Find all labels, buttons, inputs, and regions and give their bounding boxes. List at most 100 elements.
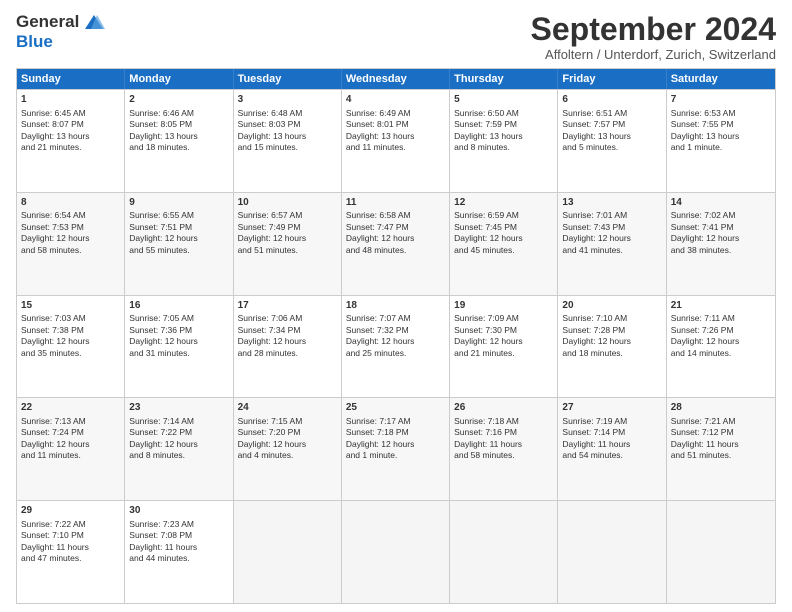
calendar-cell: 4Sunrise: 6:49 AMSunset: 8:01 PMDaylight…: [342, 90, 450, 192]
day-info-line: Sunrise: 6:59 AM: [454, 210, 553, 221]
day-info-line: Sunrise: 6:48 AM: [238, 108, 337, 119]
calendar-cell: 20Sunrise: 7:10 AMSunset: 7:28 PMDayligh…: [558, 296, 666, 398]
day-info-line: Sunrise: 7:11 AM: [671, 313, 771, 324]
day-number: 17: [238, 299, 337, 313]
day-info-line: Sunrise: 7:19 AM: [562, 416, 661, 427]
calendar-cell: 9Sunrise: 6:55 AMSunset: 7:51 PMDaylight…: [125, 193, 233, 295]
day-info-line: Daylight: 12 hours: [671, 233, 771, 244]
day-info-line: Sunset: 7:36 PM: [129, 325, 228, 336]
day-info-line: Sunset: 7:38 PM: [21, 325, 120, 336]
day-number: 28: [671, 401, 771, 415]
calendar-cell: 10Sunrise: 6:57 AMSunset: 7:49 PMDayligh…: [234, 193, 342, 295]
day-number: 9: [129, 196, 228, 210]
calendar-cell: 23Sunrise: 7:14 AMSunset: 7:22 PMDayligh…: [125, 398, 233, 500]
day-info-line: and 5 minutes.: [562, 142, 661, 153]
day-number: 3: [238, 93, 337, 107]
day-info-line: Sunrise: 7:01 AM: [562, 210, 661, 221]
day-info-line: Sunrise: 6:51 AM: [562, 108, 661, 119]
calendar-row: 29Sunrise: 7:22 AMSunset: 7:10 PMDayligh…: [17, 500, 775, 603]
day-info-line: and 1 minute.: [346, 450, 445, 461]
day-info-line: Daylight: 12 hours: [562, 233, 661, 244]
day-info-line: and 18 minutes.: [562, 348, 661, 359]
calendar-body: 1Sunrise: 6:45 AMSunset: 8:07 PMDaylight…: [17, 89, 775, 603]
day-number: 22: [21, 401, 120, 415]
day-info-line: Sunset: 7:16 PM: [454, 427, 553, 438]
day-number: 2: [129, 93, 228, 107]
calendar-cell: 6Sunrise: 6:51 AMSunset: 7:57 PMDaylight…: [558, 90, 666, 192]
day-info-line: and 48 minutes.: [346, 245, 445, 256]
calendar-cell: 21Sunrise: 7:11 AMSunset: 7:26 PMDayligh…: [667, 296, 775, 398]
day-info-line: Daylight: 12 hours: [454, 233, 553, 244]
day-number: 29: [21, 504, 120, 518]
logo-icon: [83, 13, 105, 31]
day-info-line: Sunset: 7:49 PM: [238, 222, 337, 233]
day-info-line: Sunset: 7:55 PM: [671, 119, 771, 130]
day-info-line: Daylight: 12 hours: [346, 336, 445, 347]
day-info-line: Sunset: 8:07 PM: [21, 119, 120, 130]
header: General Blue September 2024 Affoltern / …: [16, 12, 776, 62]
page: General Blue September 2024 Affoltern / …: [0, 0, 792, 612]
day-info-line: Daylight: 12 hours: [129, 439, 228, 450]
day-info-line: Daylight: 12 hours: [346, 233, 445, 244]
calendar-cell: 17Sunrise: 7:06 AMSunset: 7:34 PMDayligh…: [234, 296, 342, 398]
day-number: 20: [562, 299, 661, 313]
day-info-line: Sunset: 8:05 PM: [129, 119, 228, 130]
day-info-line: Daylight: 13 hours: [21, 131, 120, 142]
day-info-line: Sunrise: 7:03 AM: [21, 313, 120, 324]
day-info-line: Sunset: 7:57 PM: [562, 119, 661, 130]
day-info-line: Daylight: 13 hours: [238, 131, 337, 142]
calendar-row: 15Sunrise: 7:03 AMSunset: 7:38 PMDayligh…: [17, 295, 775, 398]
day-info-line: Sunrise: 7:17 AM: [346, 416, 445, 427]
calendar-cell: 2Sunrise: 6:46 AMSunset: 8:05 PMDaylight…: [125, 90, 233, 192]
day-info-line: Daylight: 12 hours: [454, 336, 553, 347]
day-info-line: Sunset: 7:41 PM: [671, 222, 771, 233]
day-number: 8: [21, 196, 120, 210]
day-info-line: and 55 minutes.: [129, 245, 228, 256]
day-info-line: and 44 minutes.: [129, 553, 228, 564]
calendar-header: SundayMondayTuesdayWednesdayThursdayFrid…: [17, 69, 775, 89]
day-info-line: and 47 minutes.: [21, 553, 120, 564]
day-number: 11: [346, 196, 445, 210]
calendar-cell: 13Sunrise: 7:01 AMSunset: 7:43 PMDayligh…: [558, 193, 666, 295]
day-info-line: and 15 minutes.: [238, 142, 337, 153]
day-info-line: Daylight: 12 hours: [346, 439, 445, 450]
day-info-line: Sunrise: 7:14 AM: [129, 416, 228, 427]
calendar-header-cell: Sunday: [17, 69, 125, 89]
day-info-line: Sunset: 7:20 PM: [238, 427, 337, 438]
day-info-line: and 25 minutes.: [346, 348, 445, 359]
day-info-line: Daylight: 11 hours: [129, 542, 228, 553]
day-number: 6: [562, 93, 661, 107]
day-info-line: and 21 minutes.: [454, 348, 553, 359]
day-info-line: Daylight: 11 hours: [671, 439, 771, 450]
day-info-line: Sunrise: 6:57 AM: [238, 210, 337, 221]
day-number: 12: [454, 196, 553, 210]
day-info-line: Sunset: 8:01 PM: [346, 119, 445, 130]
calendar-cell: 24Sunrise: 7:15 AMSunset: 7:20 PMDayligh…: [234, 398, 342, 500]
calendar-cell: 11Sunrise: 6:58 AMSunset: 7:47 PMDayligh…: [342, 193, 450, 295]
day-info-line: and 21 minutes.: [21, 142, 120, 153]
month-title: September 2024: [531, 12, 776, 47]
day-info-line: Sunrise: 7:22 AM: [21, 519, 120, 530]
day-info-line: Daylight: 12 hours: [21, 439, 120, 450]
day-info-line: Sunset: 7:28 PM: [562, 325, 661, 336]
calendar-cell: [558, 501, 666, 603]
calendar-cell: [342, 501, 450, 603]
day-info-line: Daylight: 13 hours: [129, 131, 228, 142]
day-info-line: Sunset: 7:08 PM: [129, 530, 228, 541]
day-info-line: Sunset: 7:43 PM: [562, 222, 661, 233]
day-info-line: Sunrise: 6:58 AM: [346, 210, 445, 221]
day-info-line: Sunrise: 7:05 AM: [129, 313, 228, 324]
day-info-line: Sunrise: 6:54 AM: [21, 210, 120, 221]
calendar-cell: 15Sunrise: 7:03 AMSunset: 7:38 PMDayligh…: [17, 296, 125, 398]
calendar-cell: 5Sunrise: 6:50 AMSunset: 7:59 PMDaylight…: [450, 90, 558, 192]
day-info-line: Daylight: 12 hours: [238, 233, 337, 244]
day-info-line: Sunrise: 7:07 AM: [346, 313, 445, 324]
day-number: 25: [346, 401, 445, 415]
day-info-line: Sunrise: 7:21 AM: [671, 416, 771, 427]
day-number: 30: [129, 504, 228, 518]
calendar-cell: 1Sunrise: 6:45 AMSunset: 8:07 PMDaylight…: [17, 90, 125, 192]
calendar-cell: 22Sunrise: 7:13 AMSunset: 7:24 PMDayligh…: [17, 398, 125, 500]
day-info-line: and 35 minutes.: [21, 348, 120, 359]
day-info-line: Daylight: 13 hours: [671, 131, 771, 142]
day-info-line: Daylight: 12 hours: [21, 336, 120, 347]
